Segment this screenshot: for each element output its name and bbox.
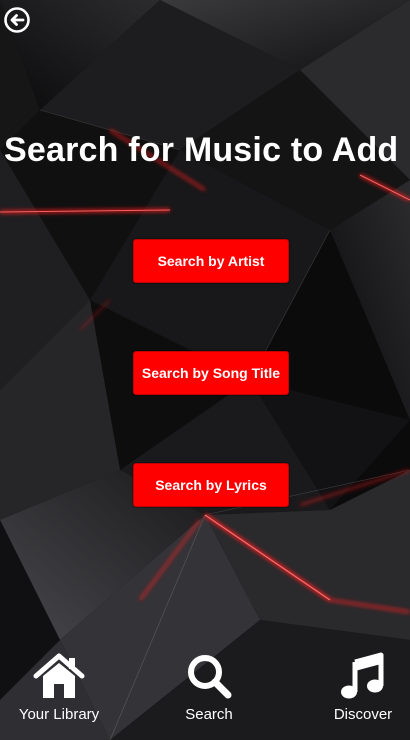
back-button[interactable] xyxy=(4,7,30,33)
tab-your-library-label: Your Library xyxy=(18,706,100,723)
tab-search-label: Search xyxy=(185,706,233,723)
search-icon xyxy=(188,655,232,699)
tab-discover[interactable]: Discover xyxy=(322,640,404,732)
home-icon xyxy=(33,653,85,698)
music-note-icon xyxy=(341,652,384,699)
tab-search[interactable]: Search xyxy=(168,640,250,732)
search-by-lyrics-label: Search by Lyrics xyxy=(155,477,267,493)
tab-your-library[interactable]: Your Library xyxy=(8,640,110,732)
search-by-song-title-button[interactable]: Search by Song Title xyxy=(133,351,289,395)
search-by-lyrics-button[interactable]: Search by Lyrics xyxy=(133,463,289,507)
tab-discover-label: Discover xyxy=(333,706,393,723)
back-arrow-circle-icon xyxy=(4,7,30,33)
search-by-artist-button[interactable]: Search by Artist xyxy=(133,239,289,283)
page-title: Search for Music to Add xyxy=(4,131,399,169)
search-by-artist-label: Search by Artist xyxy=(157,253,265,269)
bottom-tab-bar: Your Library Search Discover xyxy=(0,640,410,740)
search-by-song-title-label: Search by Song Title xyxy=(141,365,281,381)
